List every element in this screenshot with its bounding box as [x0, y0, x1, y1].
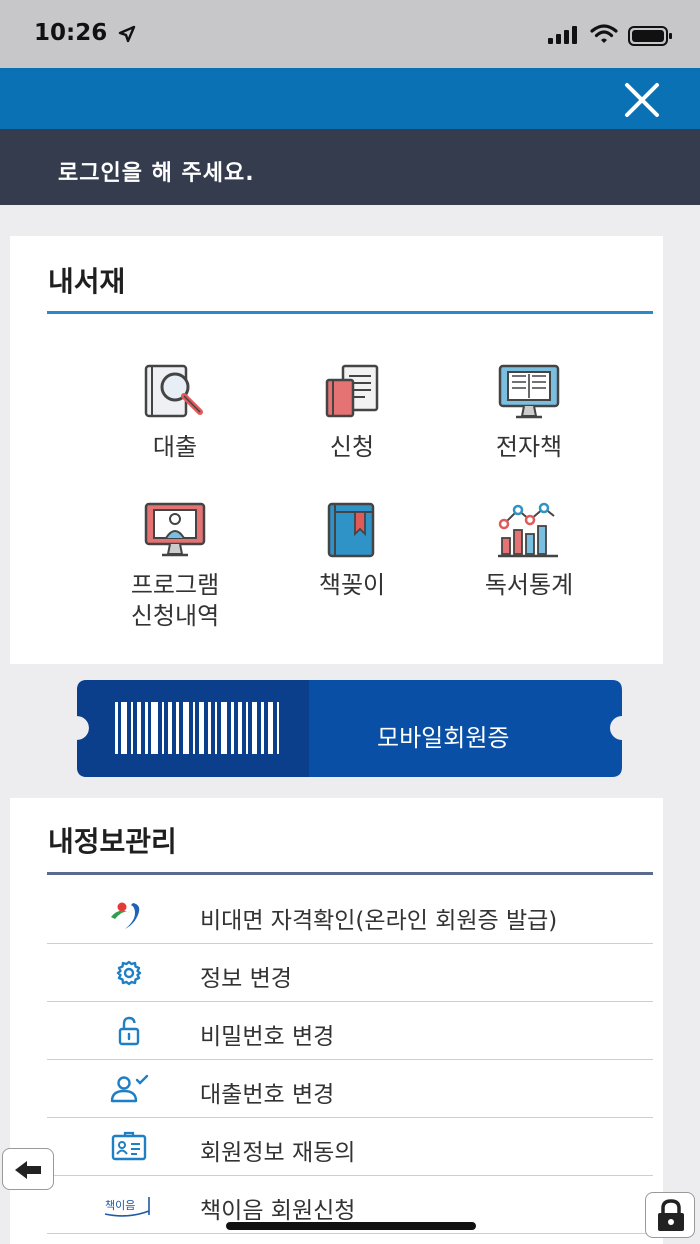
- arrow-left-icon: [15, 1161, 41, 1179]
- grid-label-stats: 독서통계: [484, 571, 574, 599]
- info-item-online-verification[interactable]: 비대면 자격확인(온라인 회원증 발급): [47, 886, 653, 944]
- grid-label-request: 신청: [329, 433, 375, 461]
- svg-text:책이음: 책이음: [105, 1199, 135, 1212]
- my-library-title: 내서재: [48, 265, 126, 298]
- info-label-change-loan-number: 대출번호 변경: [200, 1082, 335, 1108]
- info-label-change-password: 비밀번호 변경: [200, 1024, 335, 1050]
- mobile-member-card-button[interactable]: 모바일회원증: [77, 680, 622, 777]
- member-card-shape: [77, 680, 622, 777]
- gear-icon: [116, 960, 142, 986]
- program-monitor-icon: [144, 502, 206, 557]
- book-request-icon: [325, 364, 379, 418]
- my-library-card: 내서재 대출 신청 전자책 프로그램 신청내역 책꽂이 독서통계: [10, 236, 663, 664]
- grid-label-bookshelf: 책꽂이: [318, 571, 386, 599]
- grid-item-loan[interactable]: 대출: [95, 362, 255, 463]
- book-search-icon: [144, 364, 203, 418]
- login-prompt[interactable]: 로그인을 해 주세요.: [58, 155, 255, 187]
- app-header: [0, 68, 700, 129]
- id-card-icon: [111, 1131, 147, 1161]
- info-item-change-loan-number[interactable]: 대출번호 변경: [47, 1060, 653, 1118]
- lock-icon: [658, 1199, 684, 1231]
- grid-item-program[interactable]: 프로그램 신청내역: [95, 500, 255, 632]
- grid-item-ebook[interactable]: 전자책: [449, 362, 609, 463]
- grid-label-loan: 대출: [152, 433, 198, 461]
- status-bar: 10:26: [0, 0, 700, 68]
- grid-label-ebook: 전자책: [495, 433, 563, 461]
- unlock-icon: [118, 1016, 140, 1046]
- my-info-card: 내정보관리 비대면 자격확인(온라인 회원증 발급) 정보 변경 비밀번호 변경: [10, 798, 663, 1244]
- battery-icon: [628, 26, 672, 46]
- grid-item-request[interactable]: 신청: [272, 362, 432, 463]
- info-item-reconsent[interactable]: 회원정보 재동의: [47, 1118, 653, 1176]
- section-divider: [47, 311, 653, 314]
- login-bar: 로그인을 해 주세요.: [0, 129, 700, 205]
- grid-label-program: 프로그램 신청내역: [130, 571, 220, 630]
- lock-button[interactable]: [645, 1192, 695, 1238]
- home-indicator: [226, 1222, 476, 1230]
- status-time: 10:26: [34, 20, 108, 46]
- close-icon[interactable]: [622, 80, 662, 120]
- grid-item-bookshelf[interactable]: 책꽂이: [272, 500, 432, 601]
- info-label-change-info: 정보 변경: [200, 966, 292, 992]
- cellular-signal-icon: [548, 26, 577, 44]
- back-button[interactable]: [2, 1148, 54, 1190]
- bookshelf-bookmark-icon: [327, 502, 375, 558]
- location-arrow-icon: [118, 25, 136, 43]
- info-label-reconsent: 회원정보 재동의: [200, 1140, 356, 1166]
- section-divider: [47, 872, 653, 875]
- wifi-icon: [590, 24, 618, 43]
- grid-item-stats[interactable]: 독서통계: [449, 500, 609, 601]
- my-info-title: 내정보관리: [48, 825, 177, 858]
- info-label-chaekieum-signup: 책이음 회원신청: [200, 1198, 356, 1224]
- user-check-icon: [110, 1074, 149, 1103]
- member-card-label: 모바일회원증: [377, 724, 510, 752]
- reading-stats-icon: [498, 502, 558, 558]
- info-label-online-verification: 비대면 자격확인(온라인 회원증 발급): [200, 908, 558, 934]
- info-item-change-info[interactable]: 정보 변경: [47, 944, 653, 1002]
- seoul-logo-icon: [111, 902, 140, 929]
- ebook-monitor-icon: [498, 364, 560, 419]
- info-item-change-password[interactable]: 비밀번호 변경: [47, 1002, 653, 1060]
- chaekieum-logo-icon: 책이음: [104, 1197, 150, 1217]
